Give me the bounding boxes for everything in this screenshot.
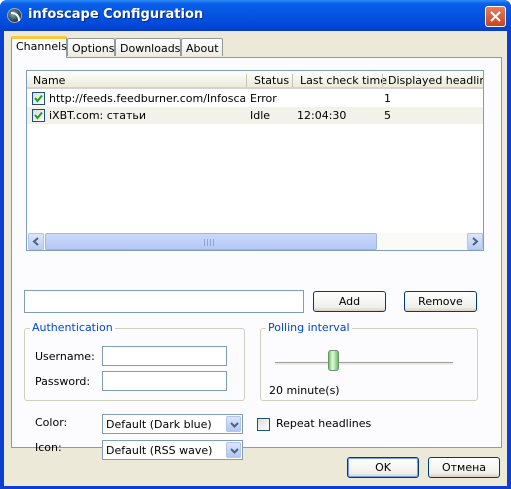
column-name[interactable]: Name — [33, 74, 65, 87]
channel-name: iXBT.com: статьи — [49, 109, 146, 122]
icon-select[interactable]: Default (RSS wave) — [102, 440, 243, 460]
ok-button[interactable]: OK — [347, 457, 419, 478]
scroll-grip — [204, 239, 216, 246]
column-last-check[interactable]: Last check time — [300, 74, 387, 87]
channel-name: http://feeds.feedburner.com/Infoscape — [49, 92, 245, 105]
scroll-thumb[interactable] — [45, 233, 377, 250]
channel-enabled-checkbox[interactable] — [32, 109, 45, 122]
column-status[interactable]: Status — [254, 74, 289, 87]
channel-status: Idle — [250, 109, 271, 122]
title-bar[interactable]: infoscape Configuration — [0, 0, 511, 31]
list-item[interactable]: http://feeds.feedburner.com/Infoscape Er… — [27, 90, 483, 107]
horizontal-scrollbar[interactable] — [28, 233, 483, 250]
channel-displayed: 1 — [384, 92, 391, 105]
polling-value: 20 minute(s) — [269, 384, 340, 397]
password-field[interactable] — [102, 371, 227, 391]
channel-displayed: 5 — [384, 109, 391, 122]
channels-panel: Name Status Last check time Displayed he… — [11, 57, 502, 460]
polling-title: Polling interval — [266, 321, 352, 334]
channel-status: Error — [250, 92, 277, 105]
url-input[interactable] — [24, 290, 304, 313]
column-divider[interactable] — [292, 74, 293, 87]
checkmark-icon — [34, 94, 43, 103]
arrow-right-icon — [472, 237, 479, 246]
channel-enabled-checkbox[interactable] — [32, 92, 45, 105]
tab-about-label: About — [186, 42, 219, 55]
remove-button[interactable]: Remove — [404, 291, 477, 312]
polling-slider-track[interactable] — [275, 362, 453, 366]
column-displayed[interactable]: Displayed headlines — [388, 74, 483, 87]
scroll-left-button[interactable] — [28, 233, 44, 250]
tab-about[interactable]: About — [181, 38, 223, 56]
chevron-down-icon — [230, 422, 239, 428]
authentication-title: Authentication — [30, 321, 115, 334]
authentication-group: Authentication Username: Password: — [24, 321, 245, 401]
tab-channels-label: Channels — [16, 40, 67, 53]
color-dropdown-button[interactable] — [226, 416, 241, 432]
repeat-headlines-checkbox[interactable] — [257, 418, 270, 431]
window-title: infoscape Configuration — [28, 7, 204, 22]
list-header: Name Status Last check time Displayed he… — [27, 71, 483, 89]
config-window: infoscape Configuration Channels Options… — [0, 0, 511, 489]
dialog-body: Channels Options Downloads About Name St… — [4, 31, 507, 486]
password-label: Password: — [35, 375, 91, 388]
icon-selected-value: Default (RSS wave) — [106, 444, 213, 457]
icon-dropdown-button[interactable] — [226, 442, 241, 458]
tab-options[interactable]: Options — [67, 38, 115, 56]
rss-app-icon — [7, 8, 22, 23]
cancel-button[interactable]: Отмена — [428, 457, 500, 478]
tab-downloads-label: Downloads — [120, 42, 181, 55]
color-select[interactable]: Default (Dark blue) — [102, 414, 243, 434]
repeat-headlines-label[interactable]: Repeat headlines — [276, 417, 371, 430]
list-item[interactable]: iXBT.com: статьи Idle 12:04:30 5 — [27, 107, 483, 124]
tab-downloads[interactable]: Downloads — [115, 38, 181, 56]
arrow-left-icon — [32, 237, 39, 246]
username-label: Username: — [35, 350, 95, 363]
add-button[interactable]: Add — [313, 291, 386, 312]
column-divider[interactable] — [382, 74, 383, 87]
close-icon — [490, 11, 501, 22]
username-field[interactable] — [102, 346, 227, 366]
column-divider[interactable] — [246, 74, 247, 87]
checkmark-icon — [34, 111, 43, 120]
polling-group: Polling interval 20 minute(s) — [260, 321, 478, 401]
chevron-down-icon — [230, 448, 239, 454]
tab-options-label: Options — [72, 42, 115, 55]
polling-slider-thumb[interactable] — [328, 350, 339, 371]
color-selected-value: Default (Dark blue) — [106, 418, 212, 431]
color-label: Color: — [35, 416, 68, 429]
close-button[interactable] — [485, 6, 506, 27]
channel-last-check: 12:04:30 — [297, 109, 347, 122]
icon-label: Icon: — [35, 441, 62, 454]
channel-list[interactable]: Name Status Last check time Displayed he… — [26, 70, 484, 251]
tab-channels[interactable]: Channels — [11, 36, 67, 58]
scroll-right-button[interactable] — [467, 233, 483, 250]
